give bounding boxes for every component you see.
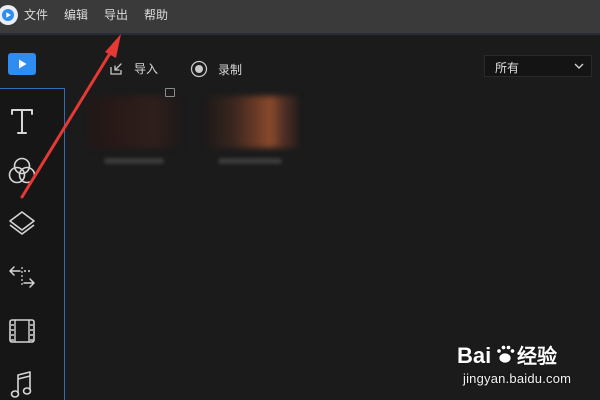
media-thumbnail-1[interactable] bbox=[88, 96, 180, 168]
menu-export[interactable]: 导出 bbox=[104, 8, 128, 22]
app-logo-icon[interactable] bbox=[0, 5, 18, 25]
filter-icon[interactable] bbox=[0, 151, 44, 191]
record-button[interactable]: 录制 bbox=[190, 60, 242, 78]
menu-file[interactable]: 文件 bbox=[24, 8, 48, 22]
menu-bar: 文件 编辑 导出 帮助 bbox=[0, 0, 600, 34]
app-window: 文件 编辑 导出 帮助 导入 录制 所有 Bai 经验 jingyan.baid… bbox=[0, 0, 600, 400]
record-icon bbox=[190, 60, 208, 78]
layers-icon[interactable] bbox=[0, 203, 44, 243]
menu-divider bbox=[0, 33, 600, 35]
baidu-jingyan-logo: Bai 经验 bbox=[457, 343, 558, 369]
watermark-url: jingyan.baidu.com bbox=[463, 371, 572, 386]
svg-text:Bai: Bai bbox=[457, 343, 491, 368]
play-icon bbox=[19, 59, 27, 69]
svg-text:经验: 经验 bbox=[517, 344, 557, 368]
import-icon bbox=[110, 62, 122, 75]
media-thumbnail-caption bbox=[218, 158, 282, 164]
menu-edit[interactable]: 编辑 bbox=[64, 8, 88, 22]
media-filter-value: 所有 bbox=[495, 61, 520, 75]
film-icon[interactable] bbox=[0, 311, 44, 351]
media-thumbnail-caption bbox=[104, 158, 164, 164]
import-button[interactable]: 导入 bbox=[108, 60, 158, 77]
record-label: 录制 bbox=[218, 62, 243, 77]
media-filter-select[interactable]: 所有 bbox=[484, 55, 592, 77]
media-thumbnail-2[interactable] bbox=[206, 96, 298, 168]
watermark: Bai 经验 jingyan.baidu.com bbox=[455, 340, 595, 390]
media-thumbnail-image bbox=[88, 96, 180, 148]
transition-icon[interactable] bbox=[0, 257, 44, 297]
sidebar bbox=[0, 88, 65, 400]
menu-help[interactable]: 帮助 bbox=[144, 8, 168, 22]
music-icon[interactable] bbox=[0, 365, 44, 400]
media-thumbnail-image bbox=[206, 96, 298, 148]
chevron-down-icon bbox=[574, 63, 584, 69]
media-tab-button[interactable] bbox=[8, 53, 36, 75]
text-icon[interactable] bbox=[0, 101, 44, 141]
select-checkbox[interactable] bbox=[165, 88, 175, 97]
import-label: 导入 bbox=[134, 62, 159, 76]
